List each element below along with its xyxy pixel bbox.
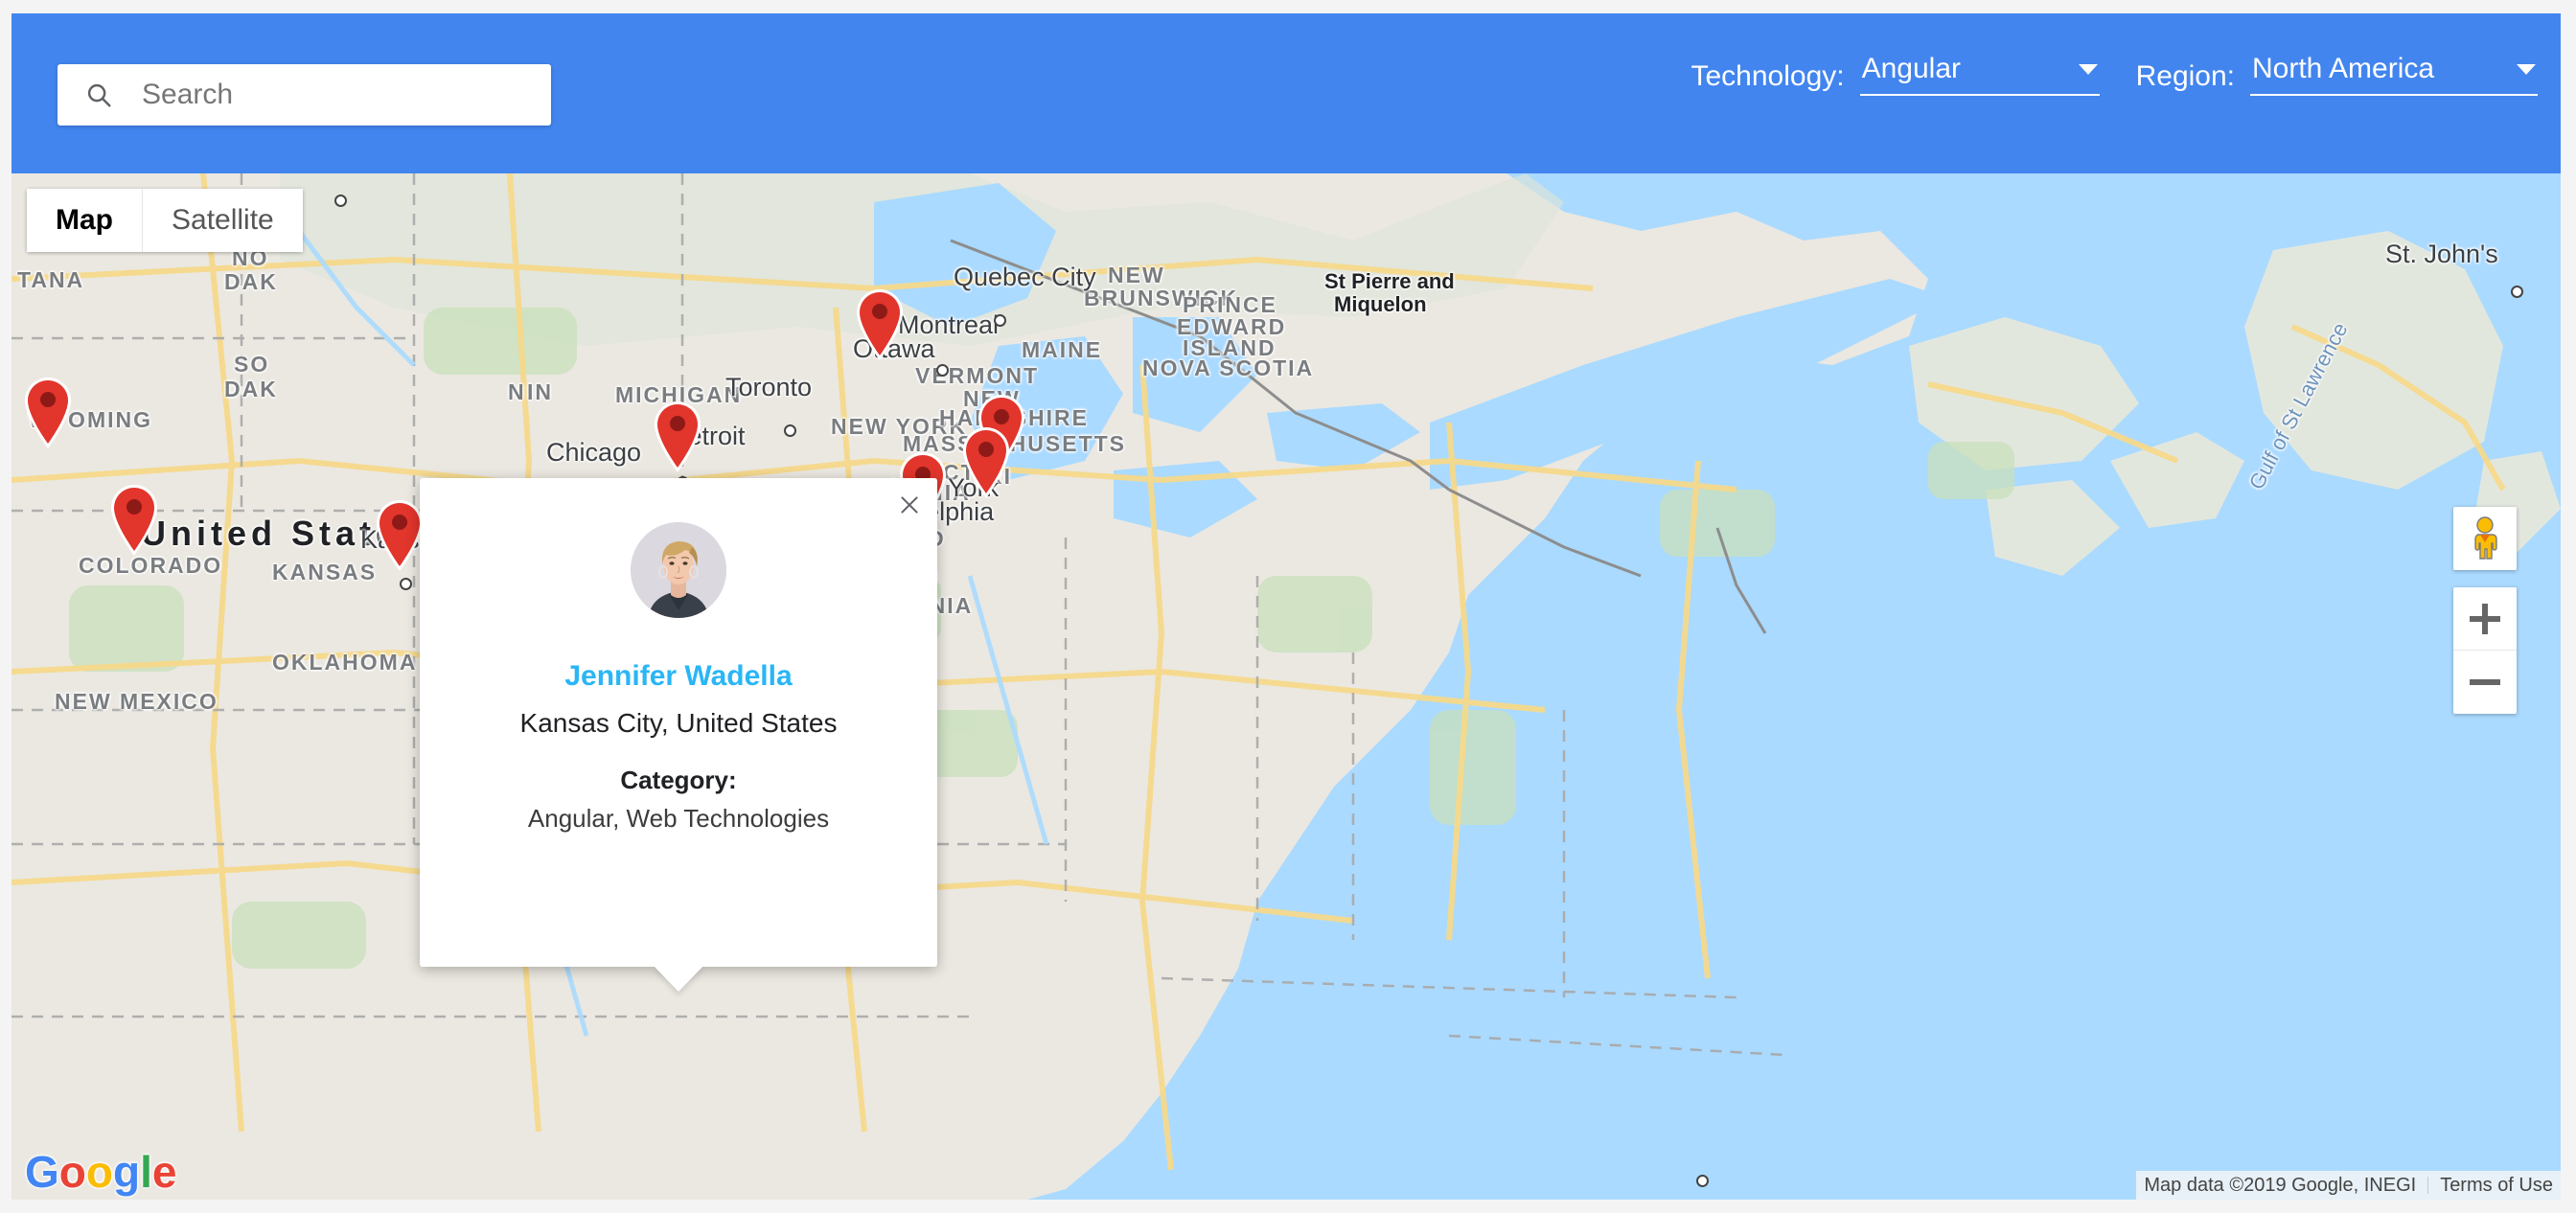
avatar-image xyxy=(631,522,726,618)
pegman-icon xyxy=(2474,516,2497,560)
category-value: Angular, Web Technologies xyxy=(527,804,830,833)
map-attribution: Map data ©2019 Google, INEGI Terms of Us… xyxy=(2136,1171,2561,1200)
city-dot xyxy=(936,364,949,377)
app-root: Technology: Angular Region: North Americ… xyxy=(12,13,2561,1200)
map-pin-icon xyxy=(377,500,423,571)
person-name[interactable]: Jennifer Wadella xyxy=(420,660,937,693)
category-label: Category: xyxy=(620,766,737,794)
marker-kansas-city[interactable] xyxy=(373,497,426,574)
technology-filter-label: Technology: xyxy=(1690,60,1845,92)
region-selected-value: North America xyxy=(2252,53,2435,84)
close-icon[interactable] xyxy=(882,478,937,532)
marker-colorado[interactable] xyxy=(107,482,161,559)
city-dot xyxy=(994,314,1006,327)
map-pin-icon xyxy=(857,289,903,360)
google-logo-letter: o xyxy=(58,1147,86,1197)
city-dot xyxy=(1696,1175,1709,1187)
person-location: Kansas City, United States xyxy=(519,708,838,738)
avatar xyxy=(631,522,726,618)
marker-detroit[interactable] xyxy=(651,399,704,475)
city-dot xyxy=(334,195,347,207)
map-basemap xyxy=(12,173,2561,1200)
app-header: Technology: Angular Region: North Americ… xyxy=(12,13,2561,173)
city-dot xyxy=(2511,286,2523,298)
map-type-map-button[interactable]: Map xyxy=(27,189,142,252)
search-box[interactable] xyxy=(58,64,551,126)
search-input[interactable] xyxy=(142,79,506,111)
google-logo: Google xyxy=(25,1150,176,1194)
region-filter[interactable]: Region: North America xyxy=(2136,52,2538,96)
map-data-attribution: Map data ©2019 Google, INEGI xyxy=(2144,1174,2417,1196)
google-logo-letter: G xyxy=(25,1147,59,1197)
street-view-pegman-button[interactable] xyxy=(2453,507,2517,570)
map-pin-icon xyxy=(655,401,701,472)
terms-of-use-link[interactable]: Terms of Use xyxy=(2440,1175,2553,1197)
map-type-control[interactable]: Map Satellite xyxy=(27,189,303,252)
technology-select[interactable]: Angular xyxy=(1859,52,2100,96)
google-logo-letter: e xyxy=(151,1147,177,1197)
close-icon-glyph xyxy=(901,496,918,514)
map-type-satellite-button[interactable]: Satellite xyxy=(142,189,303,252)
place-info-card: Jennifer Wadella Kansas City, United Sta… xyxy=(420,478,937,967)
chevron-down-icon xyxy=(2078,63,2098,75)
header-filters: Technology: Angular Region: North Americ… xyxy=(1690,52,2538,96)
marker-ottawa[interactable] xyxy=(853,286,907,363)
map-pin-icon xyxy=(963,427,1009,498)
region-filter-label: Region: xyxy=(2135,60,2235,92)
technology-selected-value: Angular xyxy=(1861,53,1961,84)
map-canvas[interactable]: Map Satellite Google Map data ©2019 Goog… xyxy=(12,173,2561,1200)
zoom-controls[interactable] xyxy=(2453,587,2517,714)
zoom-out-button[interactable] xyxy=(2453,651,2517,714)
map-pin-icon xyxy=(25,378,71,448)
region-select[interactable]: North America xyxy=(2250,52,2538,96)
google-logo-letter: l xyxy=(140,1147,152,1197)
map-pin-icon xyxy=(111,485,157,556)
technology-filter[interactable]: Technology: Angular xyxy=(1690,52,2100,96)
chevron-down-icon xyxy=(2517,63,2536,75)
google-logo-letter: g xyxy=(113,1147,141,1197)
city-dot xyxy=(784,424,796,437)
city-dot xyxy=(400,578,412,590)
attribution-divider xyxy=(2427,1177,2429,1194)
marker-providence[interactable] xyxy=(959,424,1013,501)
marker-wyoming[interactable] xyxy=(21,375,75,451)
search-icon xyxy=(87,83,111,107)
zoom-in-button[interactable] xyxy=(2453,587,2517,651)
google-logo-letter: o xyxy=(85,1147,113,1197)
